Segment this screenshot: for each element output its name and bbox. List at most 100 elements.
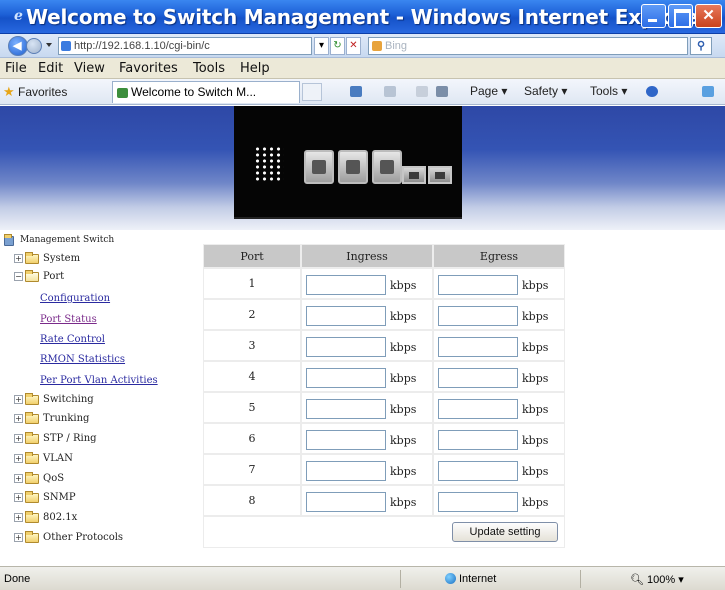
expand-icon[interactable]: + — [14, 454, 23, 463]
ingress-cell: kbps — [301, 299, 433, 330]
egress-rate-input[interactable] — [438, 461, 518, 481]
menu-help[interactable]: Help — [240, 61, 270, 76]
menu-tools[interactable]: Tools — [193, 61, 225, 76]
safety-menu[interactable]: Safety ▾ — [524, 84, 567, 98]
egress-rate-input[interactable] — [438, 399, 518, 419]
expand-icon[interactable]: + — [14, 513, 23, 522]
update-setting-button[interactable]: Update setting — [452, 522, 558, 542]
tools-menu[interactable]: Tools ▾ — [590, 84, 627, 98]
research-icon[interactable] — [702, 86, 714, 97]
feeds-icon[interactable] — [384, 86, 396, 97]
favorites-button[interactable]: ★ Favorites — [3, 84, 67, 100]
url-dropdown-button[interactable]: ▾ — [314, 37, 329, 55]
port-number-cell: 1 — [203, 268, 301, 299]
kbps-unit-label: kbps — [390, 434, 417, 447]
favorites-label: Favorites — [18, 85, 68, 99]
kbps-unit-label: kbps — [522, 310, 549, 323]
ingress-rate-input[interactable] — [306, 492, 386, 512]
home-icon[interactable] — [350, 86, 362, 97]
egress-rate-input[interactable] — [438, 275, 518, 295]
expand-icon[interactable]: + — [14, 414, 23, 423]
kbps-unit-label: kbps — [390, 372, 417, 385]
folder-icon — [25, 412, 39, 424]
open-folder-icon — [25, 270, 39, 282]
sidebar-item-label: System — [43, 253, 81, 264]
expand-icon[interactable]: + — [14, 434, 23, 443]
back-arrow-icon: ◀ — [13, 40, 22, 52]
expand-icon[interactable]: + — [14, 474, 23, 483]
forward-button[interactable] — [26, 38, 42, 54]
port-number-cell: 2 — [203, 299, 301, 330]
kbps-unit-label: kbps — [522, 496, 549, 509]
print-icon[interactable] — [436, 86, 448, 97]
ingress-rate-input[interactable] — [306, 306, 386, 326]
link-port-status[interactable]: Port Status — [40, 314, 97, 325]
expand-icon[interactable]: + — [14, 395, 23, 404]
stop-button[interactable]: ✕ — [346, 37, 361, 55]
collapse-icon[interactable]: − — [14, 272, 23, 281]
port-number-cell: 4 — [203, 361, 301, 392]
kbps-unit-label: kbps — [390, 403, 417, 416]
expand-icon[interactable]: + — [14, 533, 23, 542]
zoom-control[interactable]: 🔍︎ 100% ▾ — [630, 573, 684, 586]
url-input[interactable]: http://192.168.1.10/cgi-bin/c — [58, 37, 312, 55]
menu-file[interactable]: File — [5, 61, 27, 76]
ingress-rate-input[interactable] — [306, 461, 386, 481]
page-menu[interactable]: Page ▾ — [470, 84, 507, 98]
ingress-rate-input[interactable] — [306, 430, 386, 450]
tab-welcome[interactable]: Welcome to Switch M... — [112, 81, 300, 103]
ingress-cell: kbps — [301, 268, 433, 299]
help-icon[interactable] — [646, 86, 658, 97]
bing-icon — [372, 41, 382, 51]
sidebar-item-label: VLAN — [43, 453, 73, 464]
menu-edit[interactable]: Edit — [38, 61, 63, 76]
expand-icon[interactable]: + — [14, 254, 23, 263]
link-rate-control[interactable]: Rate Control — [40, 334, 105, 345]
ingress-rate-input[interactable] — [306, 275, 386, 295]
menu-favorites[interactable]: Favorites — [119, 61, 178, 76]
egress-rate-input[interactable] — [438, 368, 518, 388]
egress-rate-input[interactable] — [438, 306, 518, 326]
minimize-button[interactable] — [641, 4, 666, 28]
history-dropdown-icon[interactable] — [46, 43, 52, 47]
table-row: 7 kbps kbps — [203, 454, 565, 485]
kbps-unit-label: kbps — [390, 341, 417, 354]
back-button[interactable]: ◀ — [8, 36, 28, 56]
security-zone[interactable]: Internet — [445, 573, 496, 585]
new-tab-button[interactable] — [302, 83, 322, 101]
port-number-cell: 8 — [203, 485, 301, 516]
search-button[interactable]: ⚲ — [690, 37, 712, 55]
ingress-rate-input[interactable] — [306, 337, 386, 357]
mail-icon[interactable] — [416, 86, 428, 97]
menu-view[interactable]: View — [74, 61, 105, 76]
kbps-unit-label: kbps — [522, 341, 549, 354]
egress-rate-input[interactable] — [438, 430, 518, 450]
egress-cell: kbps — [433, 392, 565, 423]
egress-cell: kbps — [433, 361, 565, 392]
search-input[interactable]: Bing — [368, 37, 688, 55]
led-indicators — [254, 146, 284, 182]
status-bar: Done Internet 🔍︎ 100% ▾ — [0, 566, 725, 590]
egress-cell: kbps — [433, 454, 565, 485]
maximize-button[interactable] — [668, 4, 693, 28]
expand-icon[interactable]: + — [14, 493, 23, 502]
sfp-port-icon — [428, 166, 452, 184]
ingress-rate-input[interactable] — [306, 368, 386, 388]
ingress-cell: kbps — [301, 454, 433, 485]
ingress-rate-input[interactable] — [306, 399, 386, 419]
menu-bar: File Edit View Favorites Tools Help — [0, 58, 725, 79]
favorites-bar: ★ Favorites Welcome to Switch M... Page … — [0, 79, 725, 105]
egress-rate-input[interactable] — [438, 492, 518, 512]
refresh-button[interactable]: ↻ — [330, 37, 345, 55]
close-button[interactable]: ✕ — [695, 4, 722, 28]
kbps-unit-label: kbps — [522, 434, 549, 447]
link-configuration[interactable]: Configuration — [40, 293, 110, 304]
link-per-port-vlan[interactable]: Per Port Vlan Activities — [40, 375, 158, 386]
url-buttons: ▾ ↻ ✕ — [314, 37, 362, 55]
egress-cell: kbps — [433, 423, 565, 454]
link-rmon-statistics[interactable]: RMON Statistics — [40, 354, 125, 365]
egress-rate-input[interactable] — [438, 337, 518, 357]
kbps-unit-label: kbps — [390, 496, 417, 509]
egress-cell: kbps — [433, 485, 565, 516]
footer-cell: Update setting — [203, 516, 565, 548]
